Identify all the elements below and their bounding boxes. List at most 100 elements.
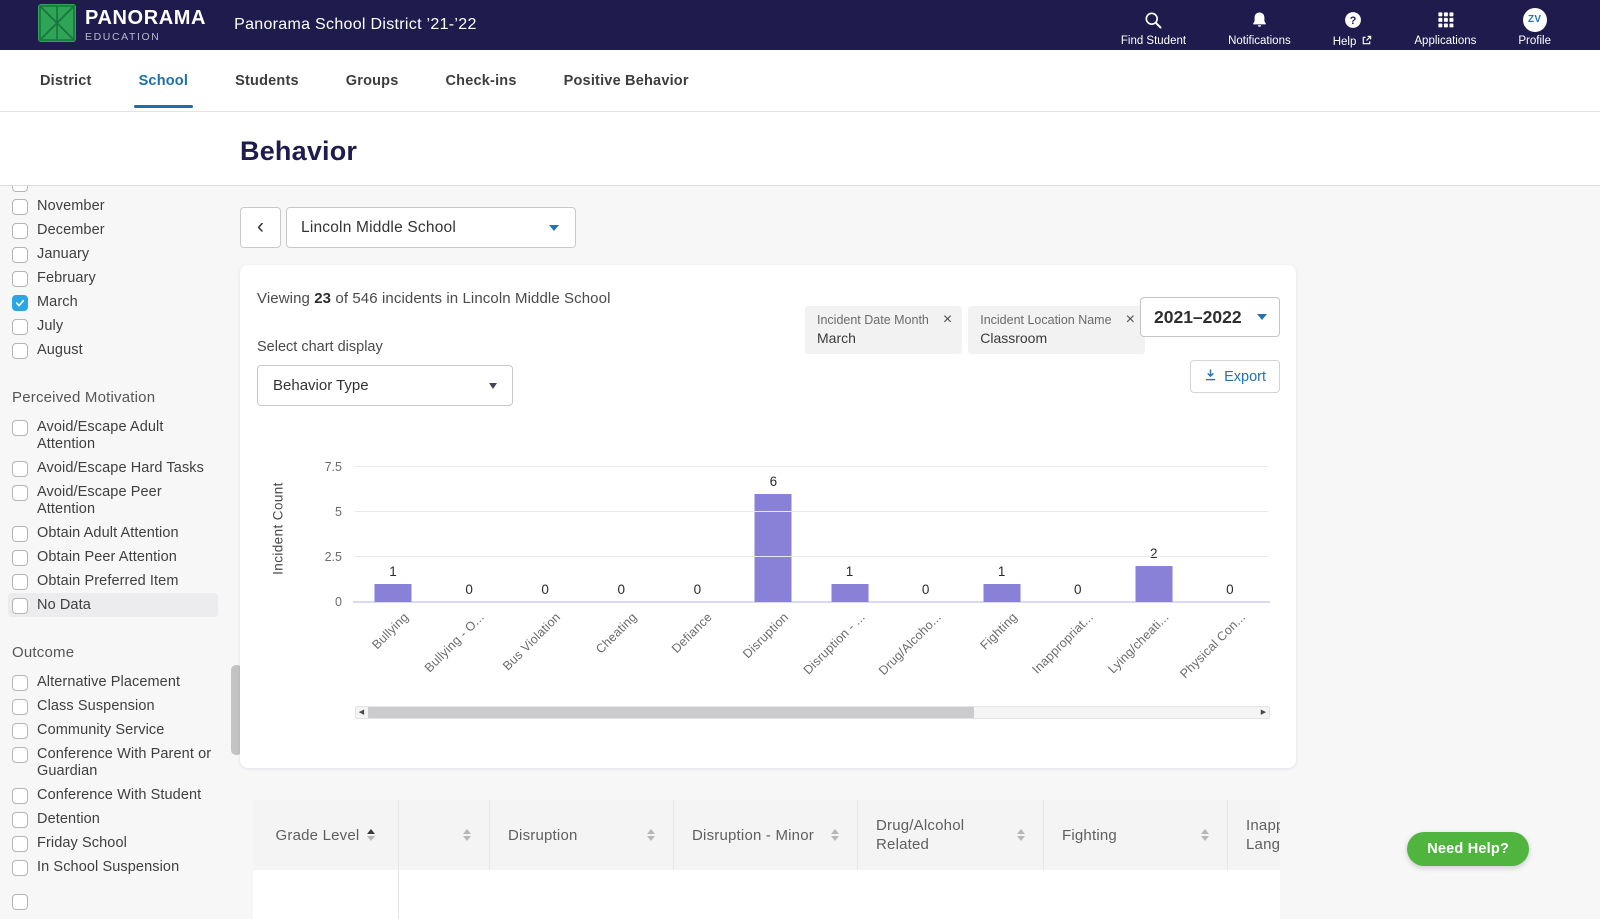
tab-students[interactable]: Students xyxy=(235,50,299,111)
filter-checkbox-avoid-escape-hard-tasks[interactable]: Avoid/Escape Hard Tasks xyxy=(12,456,214,480)
tab-district[interactable]: District xyxy=(40,50,92,111)
sort-icon[interactable] xyxy=(1017,829,1025,841)
applications-grid-icon xyxy=(1436,9,1455,31)
filter-checkbox-obtain-adult-attention[interactable]: Obtain Adult Attention xyxy=(12,521,214,545)
nav-item-notifications[interactable]: Notifications xyxy=(1207,2,1312,47)
filter-checkbox-friday-school[interactable]: Friday School xyxy=(12,831,214,855)
checkbox[interactable] xyxy=(12,675,28,691)
bar-lying-cheati[interactable] xyxy=(1135,566,1172,602)
column-header-disruption[interactable]: Disruption xyxy=(489,800,673,870)
checkbox[interactable] xyxy=(12,550,28,566)
partial-checkbox-row[interactable] xyxy=(12,889,214,913)
bar-disruption[interactable] xyxy=(831,584,868,602)
checkbox[interactable] xyxy=(12,812,28,828)
sort-icon[interactable] xyxy=(463,829,471,841)
filter-checkbox-november[interactable]: November xyxy=(12,194,214,218)
filter-checkbox-december[interactable]: December xyxy=(12,218,214,242)
checkbox[interactable] xyxy=(12,894,28,910)
filter-checkbox-conference-with-student[interactable]: Conference With Student xyxy=(12,783,214,807)
filter-checkbox-obtain-preferred-item[interactable]: Obtain Preferred Item xyxy=(12,569,214,593)
tab-school[interactable]: School xyxy=(139,50,189,111)
checkbox[interactable] xyxy=(12,598,28,614)
filter-chip-incident-date-month: Incident Date Month×March xyxy=(805,306,962,354)
checkbox[interactable] xyxy=(12,788,28,804)
panorama-logo[interactable]: PANORAMA EDUCATION xyxy=(38,4,206,47)
checkbox[interactable] xyxy=(12,860,28,876)
filter-checkbox-march[interactable]: March xyxy=(12,290,214,314)
filter-checkbox-detention[interactable]: Detention xyxy=(12,807,214,831)
bar-value-label: 0 xyxy=(1226,582,1234,597)
nav-item-help[interactable]: ?Help xyxy=(1312,2,1394,49)
column-header-fighting[interactable]: Fighting xyxy=(1043,800,1227,870)
filter-checkbox-alternative-placement[interactable]: Alternative Placement xyxy=(12,670,214,694)
checkbox[interactable] xyxy=(12,485,28,501)
filter-checkbox-obtain-peer-attention[interactable]: Obtain Peer Attention xyxy=(12,545,214,569)
tab-groups[interactable]: Groups xyxy=(346,50,399,111)
back-button[interactable]: ‹ xyxy=(240,207,281,248)
column-header-drug-alcohol-related[interactable]: Drug/Alcohol Related xyxy=(857,800,1043,870)
checkbox[interactable] xyxy=(12,199,28,215)
filter-checkbox-august[interactable]: August xyxy=(12,338,214,362)
filter-checkbox-avoid-escape-peer-attention[interactable]: Avoid/Escape Peer Attention xyxy=(12,480,214,521)
checkbox[interactable] xyxy=(12,420,28,436)
sort-icon[interactable] xyxy=(1201,829,1209,841)
checked-checkbox[interactable] xyxy=(12,295,28,311)
filter-checkbox-july[interactable]: July xyxy=(12,314,214,338)
checkbox[interactable] xyxy=(12,526,28,542)
sort-icon[interactable] xyxy=(367,829,375,841)
nav-item-profile[interactable]: ZVProfile xyxy=(1497,2,1572,47)
checkbox[interactable] xyxy=(12,247,28,263)
sort-icon[interactable] xyxy=(647,829,655,841)
motivation-filter-list: Avoid/Escape Adult AttentionAvoid/Escape… xyxy=(12,415,246,617)
checkbox[interactable] xyxy=(12,319,28,335)
school-selector-dropdown[interactable]: Lincoln Middle School xyxy=(286,207,576,248)
nav-item-applications[interactable]: Applications xyxy=(1393,2,1497,47)
bar-bullying[interactable] xyxy=(375,584,412,602)
filter-checkbox-in-school-suspension[interactable]: In School Suspension xyxy=(12,855,214,879)
filter-chip-value: March xyxy=(817,330,952,346)
partial-checkbox-row[interactable] xyxy=(12,186,246,194)
checkbox[interactable] xyxy=(12,723,28,739)
nav-item-find-student[interactable]: Find Student xyxy=(1100,2,1207,47)
brand-name: PANORAMA xyxy=(85,8,206,28)
x-tick-label-physical-con: Physical Con... xyxy=(1177,610,1248,681)
chart-horizontal-scrollbar[interactable]: ◀ ▶ xyxy=(355,706,1270,719)
column-header-blank[interactable] xyxy=(398,800,489,870)
checkbox[interactable] xyxy=(12,271,28,287)
school-year-dropdown[interactable]: 2021–2022 xyxy=(1140,297,1280,337)
tab-check-ins[interactable]: Check-ins xyxy=(446,50,517,111)
checkbox[interactable] xyxy=(12,343,28,359)
filter-checkbox-february[interactable]: February xyxy=(12,266,214,290)
filter-checkbox-no-data[interactable]: No Data xyxy=(8,593,218,617)
scrollbar-thumb[interactable] xyxy=(368,707,974,718)
page-title-band: Behavior xyxy=(0,112,1600,186)
checkbox[interactable] xyxy=(12,574,28,590)
remove-filter-icon[interactable]: × xyxy=(1126,314,1135,327)
sort-icon[interactable] xyxy=(831,829,839,841)
checkbox[interactable] xyxy=(12,836,28,852)
need-help-button[interactable]: Need Help? xyxy=(1407,832,1529,866)
tab-positive-behavior[interactable]: Positive Behavior xyxy=(564,50,689,111)
scrollbar-track[interactable] xyxy=(367,707,1258,718)
viewing-summary: Viewing 23 of 546 incidents in Lincoln M… xyxy=(257,290,611,307)
scroll-left-arrow-icon[interactable]: ◀ xyxy=(356,709,367,716)
column-header-inappropriate-language[interactable]: Inappropriate Language xyxy=(1227,800,1280,870)
export-button[interactable]: Export xyxy=(1190,360,1280,393)
checkbox[interactable] xyxy=(12,747,28,763)
filter-checkbox-community-service[interactable]: Community Service xyxy=(12,718,214,742)
chart-display-dropdown[interactable]: Behavior Type xyxy=(257,365,513,406)
column-header-grade-level[interactable]: Grade Level xyxy=(253,800,398,870)
filter-checkbox-conference-with-parent-or-guardian[interactable]: Conference With Parent or Guardian xyxy=(12,742,214,783)
checkbox[interactable] xyxy=(12,223,28,239)
filter-checkbox-class-suspension[interactable]: Class Suspension xyxy=(12,694,214,718)
scroll-right-arrow-icon[interactable]: ▶ xyxy=(1258,709,1269,716)
checkbox[interactable] xyxy=(12,186,28,192)
column-header-disruption-minor[interactable]: Disruption - Minor xyxy=(673,800,857,870)
filter-checkbox-january[interactable]: January xyxy=(12,242,214,266)
checkbox[interactable] xyxy=(12,461,28,477)
filter-checkbox-avoid-escape-adult-attention[interactable]: Avoid/Escape Adult Attention xyxy=(12,415,214,456)
bar-fighting[interactable] xyxy=(983,584,1020,602)
remove-filter-icon[interactable]: × xyxy=(943,314,952,327)
checkbox[interactable] xyxy=(12,699,28,715)
chart-display-label: Select chart display xyxy=(257,339,383,355)
